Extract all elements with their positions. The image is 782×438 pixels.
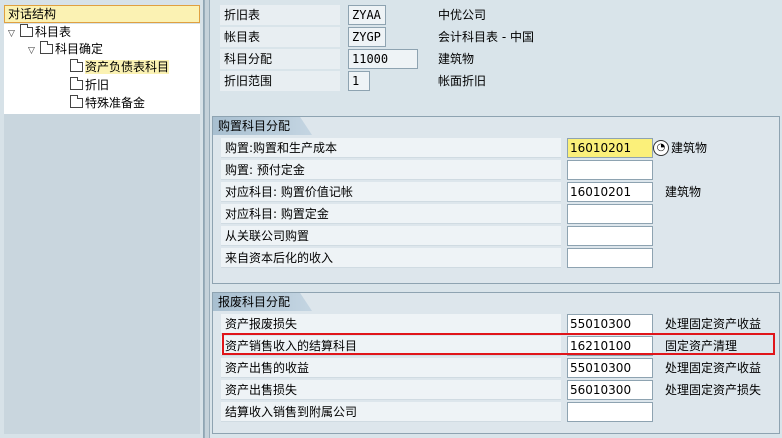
field-description: 会计科目表 - 中国 [438, 30, 534, 44]
offset-acquisition-account-field[interactable]: 16010201 [567, 182, 653, 202]
value-help-icon[interactable]: ◔ [653, 140, 669, 156]
field-label: 购置: 预付定金 [221, 160, 561, 180]
acquisition-row: 对应科目: 购置定金 [221, 203, 777, 225]
acquisition-row: 购置:购置和生产成本 16010201 ◔ 建筑物 [221, 137, 777, 159]
tree-node-special-reserves[interactable]: 特殊准备金 [70, 95, 145, 112]
dialog-structure-panel: 对话结构 ▽ 科目表 ▽ 科目确定 资产负债表科目 折旧 特殊准备金 [0, 0, 204, 438]
affiliated-company-acquisition-field[interactable] [567, 226, 653, 246]
retirement-row: 结算收入销售到附属公司 [221, 401, 777, 423]
field-description: 建筑物 [665, 185, 702, 199]
expand-triangle-icon[interactable]: ▽ [28, 43, 40, 60]
acquisition-row: 购置: 预付定金 [221, 159, 777, 181]
folder-icon [20, 24, 33, 37]
chart-of-accounts-field[interactable]: ZYGP [348, 27, 386, 47]
field-label: 资产出售的收益 [221, 358, 561, 378]
offset-down-payment-field[interactable] [567, 204, 653, 224]
retirement-row: 资产出售的收益 55010300 处理固定资产收益 [221, 357, 777, 379]
capitalization-revenue-field[interactable] [567, 248, 653, 268]
field-description: 处理固定资产收益 [665, 361, 762, 375]
field-description: 建筑物 [438, 52, 475, 66]
acquisition-accounts-group: 购置科目分配 购置:购置和生产成本 16010201 ◔ 建筑物 购置: 预付定… [212, 116, 780, 284]
tree-node-balance-sheet-accounts[interactable]: 资产负债表科目 [70, 59, 170, 76]
account-allocation-field[interactable]: 11000 [348, 49, 418, 69]
field-label: 来自资本后化的收入 [221, 248, 561, 268]
field-label: 购置:购置和生产成本 [221, 138, 561, 158]
field-label: 帐目表 [220, 27, 340, 47]
acquisition-row: 来自资本后化的收入 [221, 247, 777, 269]
depreciation-area-field[interactable]: 1 [348, 71, 370, 91]
field-description: 处理固定资产损失 [665, 383, 762, 397]
down-payment-account-field[interactable] [567, 160, 653, 180]
header-row-depreciation-area: 折旧范围 1 帐面折旧 [210, 71, 782, 91]
expand-triangle-icon[interactable]: ▽ [8, 26, 20, 43]
gain-on-sale-account-field[interactable]: 55010300 [567, 358, 653, 378]
acquisition-row: 对应科目: 购置价值记帐 16010201 建筑物 [221, 181, 777, 203]
affiliated-sale-clearing-field[interactable] [567, 402, 653, 422]
field-description: 建筑物 [671, 141, 708, 155]
field-label: 结算收入销售到附属公司 [221, 402, 561, 422]
tree-view: ▽ 科目表 ▽ 科目确定 资产负债表科目 折旧 特殊准备金 [4, 24, 200, 114]
field-label: 折旧表 [220, 5, 340, 25]
header-row-depreciation-chart: 折旧表 ZYAA 中优公司 [210, 5, 782, 25]
field-label: 资产出售损失 [221, 380, 561, 400]
folder-icon [70, 95, 83, 108]
tree-node-chart-of-accounts[interactable]: ▽ 科目表 [8, 24, 71, 41]
loss-on-sale-account-field[interactable]: 56010300 [567, 380, 653, 400]
group-title: 购置科目分配 [213, 117, 313, 135]
retirement-row: 资产出售损失 56010300 处理固定资产损失 [221, 379, 777, 401]
retirement-loss-account-field[interactable]: 55010300 [567, 314, 653, 334]
folder-icon [40, 41, 53, 54]
field-description: 帐面折旧 [438, 74, 487, 88]
field-label: 折旧范围 [220, 71, 340, 91]
tree-empty-area [4, 114, 200, 434]
tree-node-account-determination[interactable]: ▽ 科目确定 [28, 41, 103, 58]
retirement-accounts-group: 报废科目分配 资产报废损失 55010300 处理固定资产收益 资产销售收入的结… [212, 292, 780, 434]
folder-icon [70, 77, 83, 90]
acquisition-row: 从关联公司购置 [221, 225, 777, 247]
header-row-chart-of-accounts: 帐目表 ZYGP 会计科目表 - 中国 [210, 27, 782, 47]
field-description: 处理固定资产收益 [665, 317, 762, 331]
acquisition-cost-account-field[interactable]: 16010201 [567, 138, 653, 158]
field-label: 对应科目: 购置价值记帐 [221, 182, 561, 202]
field-label: 对应科目: 购置定金 [221, 204, 561, 224]
field-description: 中优公司 [438, 8, 487, 22]
detail-area: 折旧表 ZYAA 中优公司 帐目表 ZYGP 会计科目表 - 中国 科目分配 1… [210, 0, 782, 438]
folder-icon [70, 59, 83, 72]
group-title: 报废科目分配 [213, 293, 313, 311]
retirement-row: 资产报废损失 55010300 处理固定资产收益 [221, 313, 777, 335]
highlight-annotation-box [222, 333, 775, 355]
header-row-account-allocation: 科目分配 11000 建筑物 [210, 49, 782, 69]
field-label: 科目分配 [220, 49, 340, 69]
field-label: 资产报废损失 [221, 314, 561, 334]
dialog-structure-title: 对话结构 [4, 5, 200, 23]
field-label: 从关联公司购置 [221, 226, 561, 246]
tree-node-depreciation[interactable]: 折旧 [70, 77, 109, 94]
depreciation-chart-field[interactable]: ZYAA [348, 5, 386, 25]
